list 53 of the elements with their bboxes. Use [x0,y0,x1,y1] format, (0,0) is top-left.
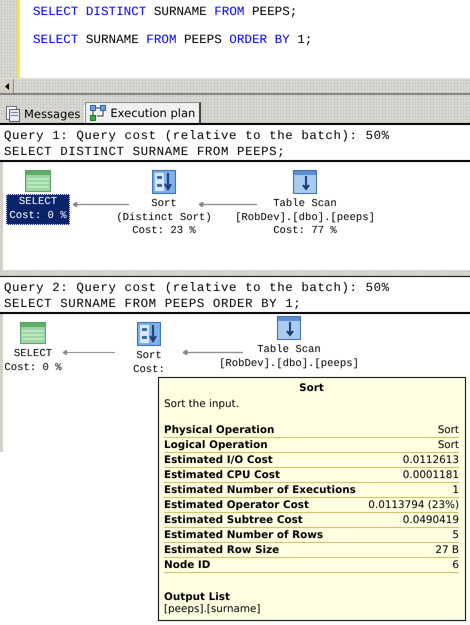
horizontal-scrollbar[interactable] [0,78,470,95]
property-name: Estimated Number of Rows [164,528,324,542]
sort-icon [152,170,176,194]
plan-diagram-icon [90,105,106,121]
property-value: 0.0490419 [402,513,459,527]
tooltip-title: Sort [298,382,325,394]
plan-node-label[interactable]: SELECT Cost: 0 % [1,346,65,377]
property-value: 5 [452,528,459,542]
property-value: 0.0112613 [402,453,459,467]
arrow-connector [183,350,243,355]
property-value: 6 [452,558,459,572]
property-value: Sort [438,438,459,452]
plan-node-label[interactable]: Table Scan [RobDev].[dbo].[peeps] Cost: 77 % [232,196,378,240]
output-list-label: Output List [164,591,231,603]
sql-code-line: SELECT DISTINCT SURNAME FROM PEEPS; [33,5,298,19]
plan-node-label[interactable]: SELECT Cost: 0 % [6,194,70,225]
table-scan-icon [277,316,301,340]
results-tab[interactable]: Messages [2,105,86,123]
property-value: 0.0001181 [402,468,459,482]
table-icon [20,322,46,344]
results-tab[interactable]: Execution plan [85,102,202,123]
property-name: Logical Operation [164,438,268,452]
property-value: 0.0113794 (23%) [368,498,459,512]
arrow-connector [63,350,115,355]
property-name: Estimated I/O Cost [164,453,273,467]
query-cost-header: Query 2: Query cost (relative to the batch): 50% [4,280,391,296]
table-scan-icon [293,170,317,194]
property-value: Sort [438,423,459,437]
query-sql-text: SELECT DISTINCT SURNAME FROM PEEPS; [4,144,286,160]
tooltip-description: Sort the input. [164,398,240,410]
plan-node-label[interactable]: Sort Cost: [130,348,168,379]
document-icon [6,106,20,122]
property-name: Estimated CPU Cost [164,468,280,482]
arrow-connector [73,202,129,207]
property-name: Estimated Subtree Cost [164,513,303,527]
property-name: Estimated Operator Cost [164,498,309,512]
property-name: Estimated Number of Executions [164,483,356,497]
query-sql-text: SELECT SURNAME FROM PEEPS ORDER BY 1; [4,296,302,312]
scroll-left-icon[interactable] [4,82,8,90]
plan-node-label[interactable]: Sort (Distinct Sort) Cost: 23 % [113,196,215,240]
property-name: Node ID [164,558,210,572]
property-value: 1 [452,483,459,497]
property-name: Estimated Row Size [164,543,280,557]
sort-icon [137,322,161,346]
sql-code-line: SELECT SURNAME FROM PEEPS ORDER BY 1; [33,33,312,47]
output-list-value: [peeps].[surname] [164,603,262,615]
property-value: 27 B [435,543,459,557]
pane-splitter[interactable] [0,95,470,103]
table-icon [25,170,51,192]
property-name: Physical Operation [164,423,274,437]
plan-node-label[interactable]: Table Scan [RobDev].[dbo].[peeps] [216,342,362,373]
query-cost-header: Query 1: Query cost (relative to the batch): 50% [4,128,391,144]
arrow-connector [199,202,257,207]
